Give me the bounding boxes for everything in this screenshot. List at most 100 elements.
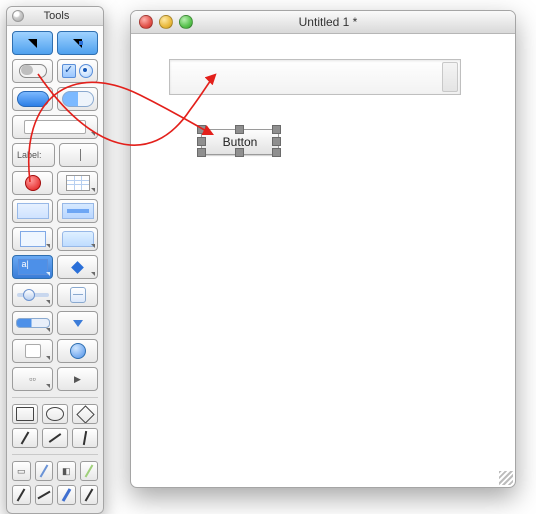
- chevron-down-icon: [46, 244, 50, 248]
- play-icon: ▶: [74, 374, 81, 385]
- extra-tool-8[interactable]: [80, 485, 99, 505]
- resize-handle-b[interactable]: [235, 148, 244, 157]
- tools-titlebar[interactable]: Tools: [7, 7, 103, 26]
- line-c-tool[interactable]: [72, 428, 98, 448]
- line-a-tool[interactable]: [12, 428, 38, 448]
- scrollbar[interactable]: [442, 62, 458, 92]
- resize-handle-bl[interactable]: [197, 148, 206, 157]
- tools-palette-window: Tools Label:: [6, 6, 104, 514]
- chevron-down-icon: [46, 300, 50, 304]
- round-button-tool[interactable]: [57, 339, 98, 363]
- resize-handle-r[interactable]: [272, 137, 281, 146]
- text-view-tool[interactable]: [12, 255, 53, 279]
- segmented-icon: [62, 91, 94, 107]
- diamond-shape-tool[interactable]: [72, 404, 98, 424]
- progress-indicator-tool[interactable]: [12, 311, 53, 335]
- extra-tool-4[interactable]: [80, 461, 99, 481]
- line-b-tool[interactable]: [42, 428, 68, 448]
- window-resize-grip[interactable]: [499, 471, 513, 485]
- custom-view-tool[interactable]: [12, 227, 53, 251]
- mini-icon: ▫▫: [29, 374, 35, 384]
- label-tool[interactable]: Label:: [12, 143, 55, 167]
- divider: [12, 454, 98, 455]
- minimize-window-icon[interactable]: [159, 15, 173, 29]
- dash-icon: ▭: [17, 466, 26, 477]
- color-well-tool[interactable]: [12, 171, 53, 195]
- media-tool[interactable]: ▶: [57, 367, 98, 391]
- chevron-down-icon: [46, 356, 50, 360]
- pen-icon: [21, 431, 30, 444]
- resize-handle-tr[interactable]: [272, 125, 281, 134]
- text-input-control[interactable]: [169, 59, 461, 95]
- chevron-down-icon: [91, 244, 95, 248]
- knob-icon: [70, 343, 86, 359]
- selected-button-control[interactable]: Button: [201, 129, 277, 153]
- button-label: Button: [223, 135, 258, 149]
- resize-handle-l[interactable]: [197, 137, 206, 146]
- text-caret-icon: [80, 149, 81, 161]
- disclosure-icon: [73, 320, 83, 327]
- chevron-down-icon: [46, 384, 50, 388]
- checkbox-icon: [62, 64, 76, 78]
- color-well-icon: [25, 175, 41, 191]
- rectangle-icon: [16, 407, 34, 421]
- text-cursor-tool[interactable]: [59, 143, 98, 167]
- textfield-icon: [24, 120, 86, 134]
- resize-handle-t[interactable]: [235, 125, 244, 134]
- arrow-plus-icon: [73, 39, 82, 48]
- slider-icon: [17, 293, 49, 297]
- progress-icon: [16, 318, 50, 328]
- extra-tool-5[interactable]: [12, 485, 31, 505]
- divider: [12, 397, 98, 398]
- extra-tool-2[interactable]: [35, 461, 54, 481]
- group-box-icon: [62, 203, 94, 219]
- textview-icon: [18, 259, 48, 275]
- pointer-icon: [71, 261, 84, 274]
- chevron-down-icon: [46, 328, 50, 332]
- stepper-tool[interactable]: [57, 283, 98, 307]
- chevron-down-icon: [91, 272, 95, 276]
- zoom-window-icon[interactable]: [179, 15, 193, 29]
- switch-control-tool[interactable]: [12, 59, 53, 83]
- group-box-tool[interactable]: [57, 199, 98, 223]
- extra-tool-1[interactable]: ▭: [12, 461, 31, 481]
- close-window-icon[interactable]: [139, 15, 153, 29]
- design-canvas[interactable]: Button: [139, 39, 507, 479]
- stepper-icon: [70, 287, 86, 303]
- cursor-tool[interactable]: [57, 255, 98, 279]
- arrow-icon: [28, 39, 37, 48]
- document-titlebar[interactable]: Untitled 1 *: [131, 11, 515, 34]
- popup-button-tool[interactable]: [12, 339, 53, 363]
- extra-tool-6[interactable]: [35, 485, 54, 505]
- mini-controls-tool[interactable]: ▫▫: [12, 367, 53, 391]
- brush-icon: [84, 464, 93, 477]
- push-button-tool[interactable]: [12, 87, 53, 111]
- direct-selection-tool[interactable]: [57, 31, 98, 55]
- tools-body: Label:: [7, 26, 103, 513]
- slider-tool[interactable]: [12, 283, 53, 307]
- box-icon: [17, 203, 49, 219]
- oval-shape-tool[interactable]: [42, 404, 68, 424]
- tools-title: Tools: [27, 10, 98, 22]
- palette-close-icon[interactable]: [12, 10, 24, 22]
- popup-icon: [25, 344, 41, 358]
- checkbox-radio-tool[interactable]: [57, 59, 98, 83]
- text-field-tool[interactable]: [12, 115, 98, 139]
- pen-icon: [37, 491, 50, 500]
- box-tool[interactable]: [12, 199, 53, 223]
- tab-icon: [62, 231, 94, 247]
- disclosure-tool[interactable]: [57, 311, 98, 335]
- resize-handle-tl[interactable]: [197, 125, 206, 134]
- table-view-tool[interactable]: [57, 171, 98, 195]
- selection-tool[interactable]: [12, 31, 53, 55]
- tab-view-tool[interactable]: [57, 227, 98, 251]
- extra-tool-7[interactable]: [57, 485, 76, 505]
- extra-tool-3[interactable]: ◧: [57, 461, 76, 481]
- rectangle-shape-tool[interactable]: [12, 404, 38, 424]
- label-text: Label:: [17, 150, 42, 160]
- resize-handle-br[interactable]: [272, 148, 281, 157]
- segmented-control-tool[interactable]: [57, 87, 98, 111]
- pen-icon: [83, 431, 87, 445]
- pen-icon: [17, 488, 26, 501]
- traffic-lights: [139, 15, 193, 29]
